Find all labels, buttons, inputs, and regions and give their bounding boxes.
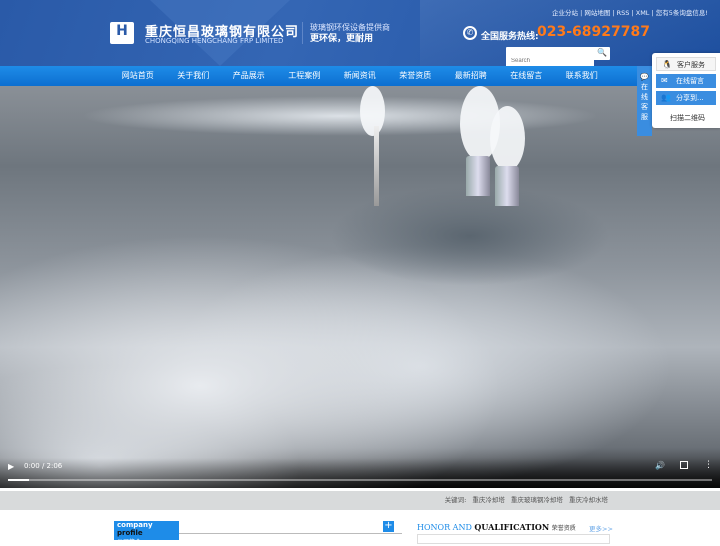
nav-jobs[interactable]: 最新招聘 <box>443 66 499 86</box>
qq-icon: 🐧 <box>662 60 672 69</box>
online-service-panel: 🐧 客户服务 ✉ 在线留言 👥 分享到... 扫描二维码 <box>652 53 720 128</box>
honor-more-link[interactable]: 更多>> <box>589 523 613 533</box>
qq-service-button[interactable]: 🐧 客户服务 <box>656 57 716 71</box>
top-links[interactable]: 企业分站 | 网站地图 | RSS | XML | 您有5条询盘信息! <box>552 7 708 17</box>
header: H 重庆恒昌玻璃钢有限公司 CHONGQING HENGCHANG FRP LI… <box>0 0 720 68</box>
keyword-link[interactable]: 重庆冷却水塔 <box>569 496 608 504</box>
mail-icon: ✉ <box>661 76 668 85</box>
nav-products[interactable]: 产品展示 <box>221 66 277 86</box>
profile-cn: 公司简介 <box>117 539 142 546</box>
profile-en2: profile <box>117 529 143 537</box>
search-box: 🔍 <box>506 47 610 68</box>
message-label: 在线留言 <box>676 77 704 85</box>
chat-icon: 💬 <box>640 73 649 81</box>
main-nav: 网站首页 关于我们 产品展示 工程案例 新闻资讯 荣誉资质 最新招聘 在线留言 … <box>0 66 720 86</box>
company-logo[interactable]: H <box>110 22 134 44</box>
nav-home[interactable]: 网站首页 <box>110 66 166 86</box>
keyword-link[interactable]: 重庆冷却塔 <box>472 496 505 504</box>
qr-code-link[interactable]: 扫描二维码 <box>656 111 716 125</box>
honor-en1: HONOR AND <box>417 523 472 532</box>
share-label: 分享到... <box>676 94 704 102</box>
honor-cn: 荣誉资质 <box>551 525 576 532</box>
more-options-icon[interactable]: ⋮ <box>704 460 713 470</box>
profile-en1: company <box>117 521 153 529</box>
nav-honor[interactable]: 荣誉资质 <box>388 66 444 86</box>
online-service-tab[interactable]: 💬 在线客服 <box>637 66 652 136</box>
video-time: 0:00 / 2:06 <box>24 462 63 470</box>
nav-about[interactable]: 关于我们 <box>166 66 222 86</box>
slogan-line2: 更环保，更耐用 <box>310 34 374 44</box>
company-profile-heading: company profile 公司简介 <box>114 521 179 546</box>
nav-contact[interactable]: 联系我们 <box>554 66 610 86</box>
profile-more-button[interactable]: + <box>383 521 394 532</box>
users-icon: 👥 <box>661 93 671 102</box>
search-icon[interactable]: 🔍 <box>597 48 607 57</box>
honor-box <box>417 534 610 544</box>
nav-cases[interactable]: 工程案例 <box>277 66 333 86</box>
keywords-label: 关键词: <box>444 496 467 504</box>
fullscreen-icon[interactable] <box>680 461 688 469</box>
play-icon[interactable]: ▶ <box>8 462 14 471</box>
honor-heading: HONOR AND QUALIFICATION 荣誉资质 <box>417 522 576 532</box>
hotline-number: 023-68927787 <box>537 24 650 40</box>
qq-label: 客户服务 <box>677 61 705 69</box>
online-service-label: 在线客服 <box>641 83 648 121</box>
video-progress-bar[interactable] <box>8 479 712 481</box>
video-player[interactable]: ▶ 0:00 / 2:06 🔊 ⋮ <box>0 86 720 488</box>
volume-icon[interactable]: 🔊 <box>655 461 665 470</box>
share-button[interactable]: 👥 分享到... <box>656 91 716 105</box>
hotline-label: 全国服务热线: <box>481 32 539 42</box>
online-message-button[interactable]: ✉ 在线留言 <box>656 74 716 88</box>
company-name-en: CHONGQING HENGCHANG FRP LIMITED <box>145 37 284 45</box>
honor-en2: QUALIFICATION <box>474 522 550 532</box>
nav-news[interactable]: 新闻资讯 <box>332 66 388 86</box>
keywords-bar: 关键词: 重庆冷却塔 重庆玻璃钢冷却塔 重庆冷却水塔 <box>0 491 720 510</box>
nav-message[interactable]: 在线留言 <box>499 66 555 86</box>
video-controls: ▶ 0:00 / 2:06 🔊 ⋮ <box>0 458 720 488</box>
phone-icon: ✆ <box>463 26 477 40</box>
keyword-link[interactable]: 重庆玻璃钢冷却塔 <box>511 496 563 504</box>
